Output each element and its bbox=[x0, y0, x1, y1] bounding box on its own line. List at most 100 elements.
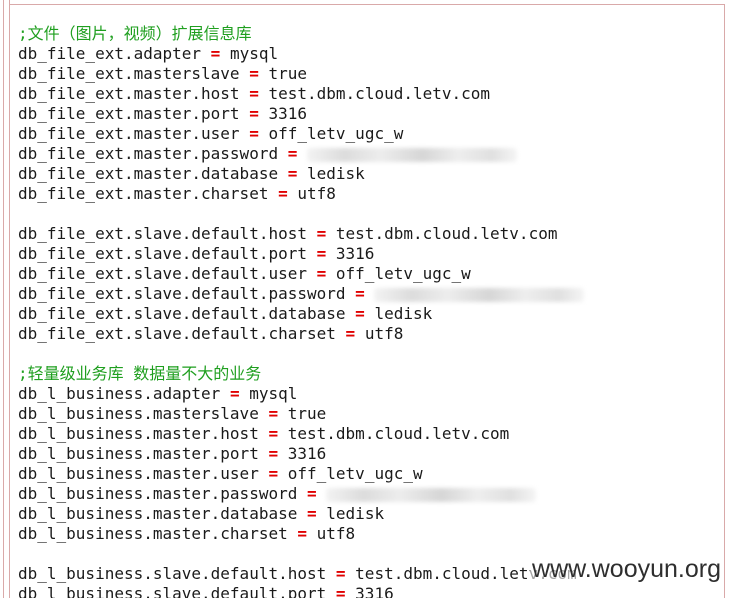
config-line: db_file_ext.slave.default.user = off_let… bbox=[18, 264, 584, 284]
equals-operator: = bbox=[287, 144, 298, 163]
redacted-password bbox=[326, 487, 537, 502]
watermark: www.wooyun.org bbox=[530, 555, 723, 584]
config-line: db_file_ext.master.database = ledisk bbox=[18, 164, 584, 184]
equals-operator: = bbox=[210, 44, 221, 63]
config-line: db_file_ext.master.host = test.dbm.cloud… bbox=[18, 84, 584, 104]
equals-operator: = bbox=[249, 64, 259, 83]
config-value: utf8 bbox=[316, 524, 356, 543]
config-value: true bbox=[268, 64, 308, 83]
config-value: true bbox=[287, 404, 327, 423]
code-content[interactable]: ;文件（图片，视频）扩展信息库 db_file_ext.adapter = my… bbox=[18, 24, 585, 598]
config-key: db_l_business.adapter bbox=[18, 384, 221, 403]
config-key: db_l_business.master.charset bbox=[18, 524, 288, 543]
config-line: db_file_ext.slave.default.host = test.db… bbox=[18, 224, 584, 244]
config-value: off_letv_ugc_w bbox=[335, 264, 471, 283]
config-value: test.dbm.cloud.letv.com bbox=[335, 224, 558, 243]
config-value: mysql bbox=[249, 384, 298, 403]
config-value: 3316 bbox=[335, 244, 375, 263]
config-line: db_file_ext.master.charset = utf8 bbox=[18, 184, 584, 204]
config-line: db_file_ext.master.port = 3316 bbox=[18, 104, 584, 124]
config-key: db_file_ext.masterslave bbox=[18, 64, 240, 83]
config-line: db_file_ext.slave.default.database = led… bbox=[18, 304, 584, 324]
config-key: db_file_ext.slave.default.database bbox=[18, 304, 346, 323]
redacted-password bbox=[307, 147, 518, 162]
config-key: db_l_business.slave.default.host bbox=[18, 564, 327, 583]
config-value: 3316 bbox=[268, 104, 308, 123]
config-line: db_l_business.adapter = mysql bbox=[18, 384, 584, 404]
config-value: 3316 bbox=[287, 444, 327, 463]
config-line: db_l_business.master.charset = utf8 bbox=[18, 524, 584, 544]
equals-operator: = bbox=[355, 304, 365, 323]
config-line: db_file_ext.master.password = bbox=[18, 144, 584, 164]
config-line: db_l_business.master.port = 3316 bbox=[18, 444, 584, 464]
config-key: db_l_business.master.database bbox=[18, 504, 298, 523]
equals-operator: = bbox=[335, 584, 346, 598]
equals-operator: = bbox=[297, 524, 307, 543]
redacted-password bbox=[374, 287, 585, 302]
config-line: db_l_business.master.password = bbox=[18, 484, 584, 504]
config-key: db_file_ext.adapter bbox=[18, 44, 202, 63]
config-key: db_file_ext.slave.default.port bbox=[18, 244, 307, 263]
equals-operator: = bbox=[249, 104, 259, 123]
config-line: db_l_business.slave.default.port = 3316 bbox=[18, 584, 584, 598]
config-key: db_file_ext.master.port bbox=[18, 104, 240, 123]
config-key: db_file_ext.slave.default.charset bbox=[18, 324, 336, 343]
config-value: ledisk bbox=[307, 164, 365, 183]
equals-operator: = bbox=[268, 424, 279, 443]
config-value: ledisk bbox=[374, 304, 433, 323]
equals-operator: = bbox=[249, 84, 259, 103]
config-key: db_file_ext.slave.default.user bbox=[18, 264, 307, 283]
equals-operator: = bbox=[307, 504, 317, 523]
config-line: db_file_ext.slave.default.password = bbox=[18, 284, 585, 304]
equals-operator: = bbox=[268, 444, 279, 463]
config-key: db_file_ext.master.user bbox=[18, 124, 240, 143]
config-value: utf8 bbox=[364, 324, 404, 343]
config-line: db_file_ext.master.user = off_letv_ugc_w bbox=[18, 124, 584, 144]
config-key: db_file_ext.slave.default.host bbox=[18, 224, 307, 243]
equals-operator: = bbox=[355, 284, 365, 303]
config-line: db_file_ext.masterslave = true bbox=[18, 64, 584, 84]
frame-border-right bbox=[724, 4, 725, 598]
config-key: db_file_ext.master.charset bbox=[18, 184, 269, 203]
equals-operator: = bbox=[316, 264, 327, 283]
config-value: ledisk bbox=[326, 504, 385, 523]
config-key: db_file_ext.master.host bbox=[18, 84, 240, 103]
config-key: db_l_business.master.password bbox=[18, 484, 298, 503]
equals-operator: = bbox=[307, 484, 317, 503]
config-key: db_file_ext.slave.default.password bbox=[18, 284, 346, 303]
equals-operator: = bbox=[345, 324, 356, 343]
config-key: db_file_ext.master.database bbox=[18, 164, 279, 183]
config-value: 3316 bbox=[355, 584, 394, 598]
config-value: off_letv_ugc_w bbox=[287, 464, 423, 483]
equals-operator: = bbox=[316, 244, 327, 263]
config-key: db_l_business.slave.default.port bbox=[18, 584, 327, 598]
config-value: test.dbm.cloud.letv.com bbox=[268, 84, 491, 103]
config-line: db_l_business.master.host = test.dbm.clo… bbox=[18, 424, 584, 444]
config-line: db_l_business.master.user = off_letv_ugc… bbox=[18, 464, 584, 484]
equals-operator: = bbox=[249, 124, 259, 143]
equals-operator: = bbox=[287, 164, 298, 183]
text-editor[interactable]: ;文件（图片，视频）扩展信息库 db_file_ext.adapter = my… bbox=[0, 0, 733, 598]
config-line: db_l_business.slave.default.host = test.… bbox=[18, 564, 584, 584]
equals-operator: = bbox=[278, 184, 288, 203]
config-line: db_l_business.master.database = ledisk bbox=[18, 504, 584, 524]
config-line: db_l_business.masterslave = true bbox=[18, 404, 584, 424]
comment-line: ;文件（图片，视频）扩展信息库 bbox=[18, 24, 252, 43]
frame-border-top bbox=[9, 4, 724, 5]
margin-guide bbox=[3, 0, 4, 598]
config-line: db_file_ext.slave.default.port = 3316 bbox=[18, 244, 584, 264]
config-line: db_file_ext.slave.default.charset = utf8 bbox=[18, 324, 584, 344]
equals-operator: = bbox=[316, 224, 327, 243]
config-key: db_l_business.masterslave bbox=[18, 404, 259, 423]
equals-operator: = bbox=[229, 384, 240, 403]
config-key: db_file_ext.master.password bbox=[18, 144, 279, 163]
config-value: utf8 bbox=[297, 184, 336, 203]
equals-operator: = bbox=[268, 464, 279, 483]
config-value: mysql bbox=[229, 44, 279, 63]
config-value: test.dbm.cloud.letv.com bbox=[287, 424, 510, 443]
margin-guide bbox=[9, 0, 10, 598]
config-value: off_letv_ugc_w bbox=[268, 124, 404, 143]
equals-operator: = bbox=[335, 564, 346, 583]
